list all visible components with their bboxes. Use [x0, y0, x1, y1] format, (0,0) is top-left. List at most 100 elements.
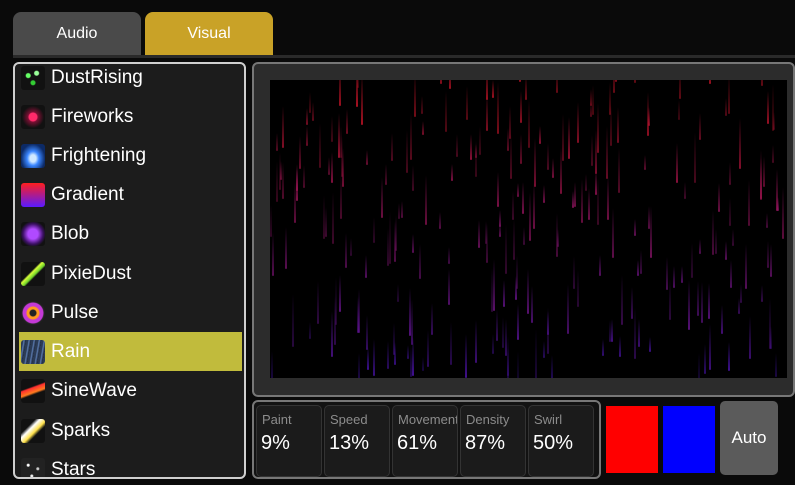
sine-wave-icon	[21, 378, 45, 403]
rain-streak	[618, 148, 620, 193]
rain-streak	[574, 182, 576, 207]
param-swirl[interactable]: Swirl 50%	[528, 405, 594, 477]
rain-streak	[486, 80, 488, 100]
effect-item-pulse[interactable]: Pulse	[19, 293, 242, 332]
rain-streak	[356, 80, 358, 107]
tab-visual[interactable]: Visual	[145, 12, 273, 56]
effect-label: Blob	[51, 222, 90, 244]
rain-streak	[519, 80, 521, 82]
effect-item-rain[interactable]: Rain	[19, 332, 242, 371]
effect-item-gradient[interactable]: Gradient	[19, 175, 242, 214]
rain-streak	[328, 157, 330, 175]
effect-item-frightening[interactable]: Frightening	[19, 136, 242, 175]
rain-streak	[422, 357, 424, 371]
rain-streak	[607, 176, 609, 220]
rain-streak	[523, 227, 525, 245]
rain-streak	[280, 161, 282, 180]
rain-streak	[306, 126, 308, 146]
rain-streak	[745, 244, 747, 289]
rain-streak	[704, 344, 706, 374]
color-swatch-primary[interactable]	[606, 406, 658, 473]
effect-label: DustRising	[51, 66, 143, 88]
rain-streak	[507, 128, 509, 151]
rain-streak	[718, 183, 720, 212]
param-density[interactable]: Density 87%	[460, 405, 526, 477]
visualizer-app: Audio Visual DustRising Fireworks Fright…	[0, 0, 795, 485]
rain-streak	[595, 130, 597, 174]
rain-streak	[492, 80, 494, 98]
rain-streak	[331, 116, 333, 142]
param-label: Swirl	[534, 412, 563, 427]
rain-streak	[323, 195, 325, 239]
rain-streak	[451, 164, 453, 181]
param-paint[interactable]: Paint 9%	[256, 405, 322, 477]
effect-preview-canvas[interactable]	[270, 80, 787, 378]
effect-item-fireworks[interactable]: Fireworks	[19, 97, 242, 136]
rain-streak	[688, 280, 690, 330]
effect-item-stars[interactable]: Stars	[19, 450, 242, 477]
rain-streak	[272, 232, 274, 276]
rain-streak	[391, 133, 393, 161]
param-speed[interactable]: Speed 13%	[324, 405, 390, 477]
rain-streak	[568, 117, 570, 159]
rain-streak	[606, 126, 608, 179]
rain-streak	[503, 280, 505, 307]
rain-streak	[740, 284, 742, 303]
rain-streak	[427, 330, 429, 367]
rain-streak	[709, 324, 711, 370]
effect-item-pixie-dust[interactable]: PixieDust	[19, 254, 242, 293]
rain-streak	[341, 136, 343, 177]
rain-streak	[317, 281, 319, 324]
effect-label: Sparks	[51, 419, 111, 441]
rain-streak	[725, 98, 727, 116]
fireworks-icon	[21, 104, 45, 129]
rain-streak	[470, 134, 472, 160]
rain-streak	[599, 255, 601, 276]
auto-button[interactable]: Auto	[720, 401, 778, 475]
rain-streak	[499, 223, 501, 237]
param-value: 50%	[533, 432, 574, 454]
param-movement[interactable]: Movement 61%	[392, 405, 458, 477]
rain-streak	[715, 229, 717, 254]
tab-divider	[13, 55, 795, 58]
effect-list[interactable]: DustRising Fireworks Frightening Gradien…	[13, 62, 246, 479]
rain-streak	[350, 238, 352, 256]
rain-streak	[572, 191, 574, 208]
rain-streak	[271, 351, 273, 378]
rain-streak	[730, 260, 732, 288]
rain-streak	[761, 285, 763, 302]
rain-streak	[709, 80, 711, 84]
parameter-panel: Paint 9% Speed 13% Movement 61% Density …	[252, 400, 601, 479]
rain-streak	[634, 219, 636, 236]
rain-streak	[732, 229, 734, 246]
rain-streak	[615, 80, 617, 82]
effect-item-sine-wave[interactable]: SineWave	[19, 371, 242, 410]
rain-streak	[397, 284, 399, 302]
rain-streak	[513, 219, 515, 260]
rain-streak	[448, 247, 450, 264]
rain-streak	[439, 212, 441, 229]
rain-streak	[335, 277, 337, 325]
color-swatch-secondary[interactable]	[663, 406, 715, 473]
param-value: 61%	[397, 432, 438, 454]
rain-streak	[679, 80, 681, 99]
rain-streak	[609, 320, 611, 342]
param-label: Speed	[330, 412, 368, 427]
tab-audio[interactable]: Audio	[13, 12, 141, 56]
rain-icon	[21, 339, 45, 364]
rain-streak	[767, 241, 769, 268]
effect-item-blob[interactable]: Blob	[19, 214, 242, 253]
rain-streak	[299, 136, 301, 169]
effect-item-dust-rising[interactable]: DustRising	[19, 64, 242, 97]
rain-streak	[547, 143, 549, 170]
rain-streak	[381, 177, 383, 218]
rain-streak	[479, 126, 481, 155]
rain-streak	[631, 287, 633, 319]
rain-streak	[543, 341, 545, 358]
effect-item-sparks[interactable]: Sparks	[19, 411, 242, 450]
effect-label: Rain	[51, 340, 91, 362]
rain-streak	[292, 294, 294, 347]
rain-streak	[684, 182, 686, 199]
rain-streak	[782, 187, 784, 239]
rain-streak	[497, 172, 499, 207]
